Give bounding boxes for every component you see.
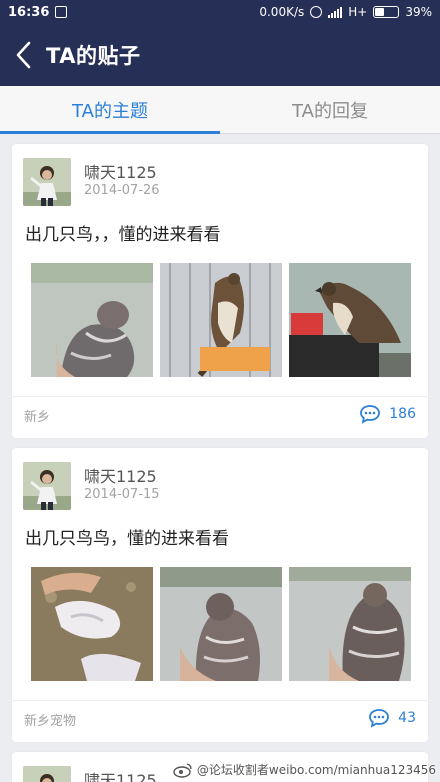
battery-level: 39% — [405, 5, 432, 19]
chevron-left-icon — [16, 41, 31, 69]
post-image[interactable] — [160, 263, 282, 377]
tab-topics[interactable]: TA的主题 — [0, 86, 220, 134]
avatar[interactable] — [23, 766, 71, 782]
forum-name[interactable]: 新乡 — [24, 406, 50, 425]
tab-replies[interactable]: TA的回复 — [220, 86, 440, 133]
post-card[interactable]: 啸天1125 2014-07-26 出几只鸟，，懂的进来看看 新乡 186 — [12, 144, 428, 438]
comment-button[interactable]: 43 — [368, 708, 416, 728]
comment-icon — [360, 405, 381, 424]
nav-bar: TA的贴子 — [0, 24, 440, 86]
alarm-icon — [310, 6, 323, 18]
post-title[interactable]: 出几只鸟鸟，懂的进来看看 — [25, 524, 229, 549]
signal-icon — [328, 6, 343, 18]
network-speed: 0.00K/s — [259, 5, 305, 19]
post-images — [31, 567, 411, 681]
page-title: TA的贴子 — [46, 44, 141, 68]
post-image[interactable] — [31, 567, 153, 681]
status-time: 16:36 — [8, 4, 50, 20]
post-image[interactable] — [289, 263, 411, 377]
tab-bar: TA的主题 TA的回复 — [0, 86, 440, 134]
post-image[interactable] — [289, 567, 411, 681]
post-images — [31, 263, 411, 377]
back-button[interactable] — [0, 24, 46, 86]
comment-icon — [369, 709, 390, 728]
network-type: H+ — [348, 5, 368, 19]
post-author[interactable]: 啸天1125 — [84, 463, 157, 487]
forum-name[interactable]: 新乡宠物 — [24, 710, 76, 729]
post-author[interactable]: 啸天1125 — [84, 159, 157, 183]
post-image[interactable] — [160, 567, 282, 681]
watermark: @论坛收割者weibo.com/mianhua123456 — [173, 761, 436, 778]
avatar[interactable] — [23, 462, 71, 510]
status-bar: 16:36 0.00K/s H+ 39% — [0, 0, 440, 24]
comment-button[interactable]: 186 — [359, 404, 416, 424]
divider — [12, 396, 428, 397]
avatar[interactable] — [23, 158, 71, 206]
battery-icon — [373, 6, 400, 18]
post-author[interactable]: 啸天1125 — [84, 767, 157, 782]
post-date: 2014-07-15 — [84, 487, 160, 502]
comment-count: 43 — [398, 710, 416, 726]
weibo-icon — [173, 762, 192, 778]
post-date: 2014-07-26 — [84, 183, 160, 198]
notification-icon — [55, 6, 68, 18]
post-image[interactable] — [31, 263, 153, 377]
post-title[interactable]: 出几只鸟，，懂的进来看看 — [25, 220, 221, 245]
comment-count: 186 — [389, 406, 416, 422]
post-card[interactable]: 啸天1125 2014-07-15 出几只鸟鸟，懂的进来看看 新乡宠物 43 — [12, 448, 428, 742]
divider — [12, 700, 428, 701]
watermark-text: @论坛收割者weibo.com/mianhua123456 — [196, 763, 436, 777]
